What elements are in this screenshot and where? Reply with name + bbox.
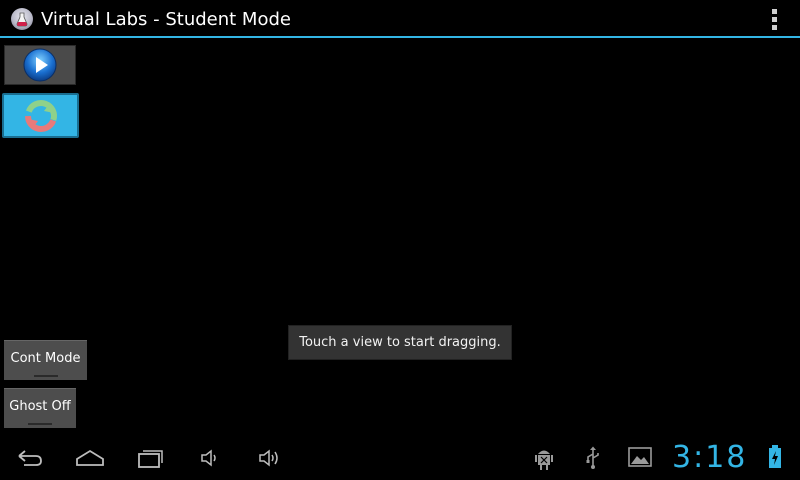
back-icon[interactable] (16, 448, 44, 468)
home-icon[interactable] (75, 448, 105, 468)
flask-icon (11, 8, 33, 30)
overflow-menu-icon[interactable] (772, 9, 778, 31)
refresh-icon (24, 99, 57, 132)
volume-down-icon[interactable] (200, 448, 222, 468)
play-icon (23, 48, 57, 82)
recent-apps-icon[interactable] (137, 446, 165, 470)
system-bar: 3:18 (0, 436, 800, 480)
cont-mode-button[interactable]: Cont Mode (4, 340, 87, 380)
image-icon (628, 447, 652, 467)
clock: 3:18 (672, 440, 748, 475)
usb-icon (586, 446, 599, 469)
ghost-off-button[interactable]: Ghost Off (4, 388, 76, 428)
battery-charging-icon (769, 445, 781, 468)
action-bar: Virtual Labs - Student Mode (0, 0, 800, 38)
toast-message: Touch a view to start dragging. (288, 325, 512, 360)
android-debug-icon (535, 450, 553, 470)
volume-up-icon[interactable] (258, 448, 284, 468)
refresh-button[interactable] (2, 93, 79, 138)
ghost-off-label: Ghost Off (9, 399, 71, 414)
button-indicator (34, 375, 58, 377)
button-indicator (28, 423, 52, 425)
play-button[interactable] (4, 45, 76, 85)
cont-mode-label: Cont Mode (10, 351, 81, 366)
screen: Virtual Labs - Student Mode Cont Mode Gh… (0, 0, 800, 480)
app-title: Virtual Labs - Student Mode (41, 9, 291, 30)
